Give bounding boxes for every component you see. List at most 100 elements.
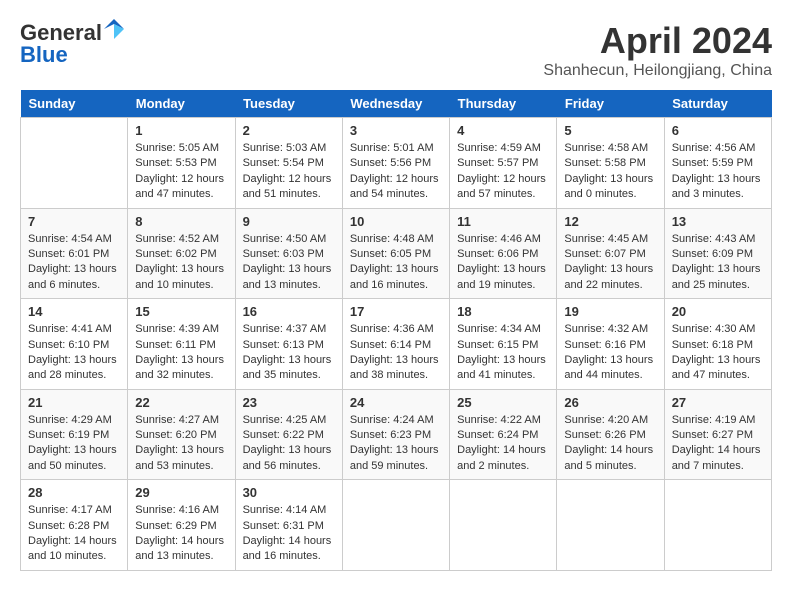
day-number: 26 bbox=[564, 395, 656, 410]
calendar-cell: 20 Sunrise: 4:30 AMSunset: 6:18 PMDayligh… bbox=[664, 299, 771, 390]
cell-text: Sunrise: 4:45 AMSunset: 6:07 PMDaylight:… bbox=[564, 232, 656, 294]
calendar-cell: 1Sunrise: 5:05 AMSunset: 5:53 PMDaylight… bbox=[128, 118, 235, 209]
day-number: 5 bbox=[564, 123, 656, 138]
month-title: April 2024 bbox=[543, 20, 772, 62]
day-number: 24 bbox=[350, 395, 442, 410]
day-number: 20 bbox=[672, 304, 764, 319]
calendar-cell: 6 Sunrise: 4:56 AMSunset: 5:59 PMDaylight… bbox=[664, 118, 771, 209]
day-number: 30 bbox=[243, 485, 335, 500]
day-number: 11 bbox=[457, 214, 549, 229]
calendar-cell: 21 Sunrise: 4:29 AMSunset: 6:19 PMDayligh… bbox=[21, 389, 128, 480]
calendar-week-row: 14Sunrise: 4:41 AMSunset: 6:10 PMDayligh… bbox=[21, 299, 772, 390]
day-number: 6 bbox=[672, 123, 764, 138]
weekday-header-cell: Tuesday bbox=[235, 90, 342, 118]
calendar-cell: 8 Sunrise: 4:52 AMSunset: 6:02 PMDaylight… bbox=[128, 208, 235, 299]
calendar-cell: 28 Sunrise: 4:17 AMSunset: 6:28 PMDayligh… bbox=[21, 480, 128, 571]
day-number: 3 bbox=[350, 123, 442, 138]
cell-text: Sunrise: 5:03 AMSunset: 5:54 PMDaylight:… bbox=[243, 141, 335, 203]
calendar-cell: 2Sunrise: 5:03 AMSunset: 5:54 PMDaylight… bbox=[235, 118, 342, 209]
calendar-cell: 30 Sunrise: 4:14 AMSunset: 6:31 PMDayligh… bbox=[235, 480, 342, 571]
day-number: 12 bbox=[564, 214, 656, 229]
calendar-cell: 9 Sunrise: 4:50 AMSunset: 6:03 PMDaylight… bbox=[235, 208, 342, 299]
calendar-cell: 17 Sunrise: 4:36 AMSunset: 6:14 PMDayligh… bbox=[342, 299, 449, 390]
logo-blue: Blue bbox=[20, 42, 68, 68]
weekday-header-cell: Monday bbox=[128, 90, 235, 118]
cell-text: Sunrise: 4:36 AMSunset: 6:14 PMDaylight:… bbox=[350, 322, 442, 384]
calendar-cell bbox=[21, 118, 128, 209]
day-number: 7 bbox=[28, 214, 120, 229]
calendar-cell: 24 Sunrise: 4:24 AMSunset: 6:23 PMDayligh… bbox=[342, 389, 449, 480]
calendar-cell bbox=[342, 480, 449, 571]
cell-text: Sunrise: 4:20 AMSunset: 6:26 PMDaylight:… bbox=[564, 413, 656, 475]
day-number: 21 bbox=[28, 395, 120, 410]
cell-text: Sunrise: 4:50 AMSunset: 6:03 PMDaylight:… bbox=[243, 232, 335, 294]
cell-text: Sunrise: 4:59 AMSunset: 5:57 PMDaylight:… bbox=[457, 141, 549, 203]
day-number: 25 bbox=[457, 395, 549, 410]
location-title: Shanhecun, Heilongjiang, China bbox=[543, 62, 772, 80]
cell-text: Sunrise: 4:16 AMSunset: 6:29 PMDaylight:… bbox=[135, 503, 227, 565]
calendar-cell: 15 Sunrise: 4:39 AMSunset: 6:11 PMDayligh… bbox=[128, 299, 235, 390]
title-block: April 2024 Shanhecun, Heilongjiang, Chin… bbox=[543, 20, 772, 80]
weekday-header-cell: Saturday bbox=[664, 90, 771, 118]
cell-text: Sunrise: 4:29 AMSunset: 6:19 PMDaylight:… bbox=[28, 413, 120, 475]
cell-text: Sunrise: 5:01 AMSunset: 5:56 PMDaylight:… bbox=[350, 141, 442, 203]
cell-text: Sunrise: 4:25 AMSunset: 6:22 PMDaylight:… bbox=[243, 413, 335, 475]
cell-text: Sunrise: 4:34 AMSunset: 6:15 PMDaylight:… bbox=[457, 322, 549, 384]
day-number: 27 bbox=[672, 395, 764, 410]
calendar-cell: 3 Sunrise: 5:01 AMSunset: 5:56 PMDaylight… bbox=[342, 118, 449, 209]
day-number: 19 bbox=[564, 304, 656, 319]
calendar-cell: 4 Sunrise: 4:59 AMSunset: 5:57 PMDaylight… bbox=[450, 118, 557, 209]
calendar-cell: 23Sunrise: 4:25 AMSunset: 6:22 PMDayligh… bbox=[235, 389, 342, 480]
calendar-cell: 12 Sunrise: 4:45 AMSunset: 6:07 PMDayligh… bbox=[557, 208, 664, 299]
cell-text: Sunrise: 4:30 AMSunset: 6:18 PMDaylight:… bbox=[672, 322, 764, 384]
calendar-cell: 16 Sunrise: 4:37 AMSunset: 6:13 PMDayligh… bbox=[235, 299, 342, 390]
calendar-cell: 25 Sunrise: 4:22 AMSunset: 6:24 PMDayligh… bbox=[450, 389, 557, 480]
day-number: 22 bbox=[135, 395, 227, 410]
cell-text: Sunrise: 4:32 AMSunset: 6:16 PMDaylight:… bbox=[564, 322, 656, 384]
cell-text: Sunrise: 4:27 AMSunset: 6:20 PMDaylight:… bbox=[135, 413, 227, 475]
weekday-header-cell: Sunday bbox=[21, 90, 128, 118]
cell-text: Sunrise: 4:48 AMSunset: 6:05 PMDaylight:… bbox=[350, 232, 442, 294]
cell-text: Sunrise: 4:56 AMSunset: 5:59 PMDaylight:… bbox=[672, 141, 764, 203]
day-number: 4 bbox=[457, 123, 549, 138]
day-number: 28 bbox=[28, 485, 120, 500]
calendar-cell: 14Sunrise: 4:41 AMSunset: 6:10 PMDayligh… bbox=[21, 299, 128, 390]
calendar-cell bbox=[664, 480, 771, 571]
cell-text: Sunrise: 4:46 AMSunset: 6:06 PMDaylight:… bbox=[457, 232, 549, 294]
weekday-header-row: SundayMondayTuesdayWednesdayThursdayFrid… bbox=[21, 90, 772, 118]
calendar-cell: 7Sunrise: 4:54 AMSunset: 6:01 PMDaylight… bbox=[21, 208, 128, 299]
day-number: 13 bbox=[672, 214, 764, 229]
cell-text: Sunrise: 4:14 AMSunset: 6:31 PMDaylight:… bbox=[243, 503, 335, 565]
day-number: 15 bbox=[135, 304, 227, 319]
day-number: 10 bbox=[350, 214, 442, 229]
calendar-week-row: 7Sunrise: 4:54 AMSunset: 6:01 PMDaylight… bbox=[21, 208, 772, 299]
weekday-header-cell: Friday bbox=[557, 90, 664, 118]
cell-text: Sunrise: 5:05 AMSunset: 5:53 PMDaylight:… bbox=[135, 141, 227, 203]
calendar-body: 1Sunrise: 5:05 AMSunset: 5:53 PMDaylight… bbox=[21, 118, 772, 571]
calendar-week-row: 21 Sunrise: 4:29 AMSunset: 6:19 PMDayligh… bbox=[21, 389, 772, 480]
cell-text: Sunrise: 4:22 AMSunset: 6:24 PMDaylight:… bbox=[457, 413, 549, 475]
calendar-cell bbox=[557, 480, 664, 571]
weekday-header-cell: Thursday bbox=[450, 90, 557, 118]
calendar-week-row: 28 Sunrise: 4:17 AMSunset: 6:28 PMDayligh… bbox=[21, 480, 772, 571]
cell-text: Sunrise: 4:39 AMSunset: 6:11 PMDaylight:… bbox=[135, 322, 227, 384]
calendar-cell: 29Sunrise: 4:16 AMSunset: 6:29 PMDayligh… bbox=[128, 480, 235, 571]
calendar-week-row: 1Sunrise: 5:05 AMSunset: 5:53 PMDaylight… bbox=[21, 118, 772, 209]
cell-text: Sunrise: 4:19 AMSunset: 6:27 PMDaylight:… bbox=[672, 413, 764, 475]
day-number: 17 bbox=[350, 304, 442, 319]
page-header: General Blue April 2024 Shanhecun, Heilo… bbox=[20, 20, 772, 80]
calendar-cell: 10 Sunrise: 4:48 AMSunset: 6:05 PMDayligh… bbox=[342, 208, 449, 299]
day-number: 16 bbox=[243, 304, 335, 319]
day-number: 18 bbox=[457, 304, 549, 319]
day-number: 8 bbox=[135, 214, 227, 229]
cell-text: Sunrise: 4:37 AMSunset: 6:13 PMDaylight:… bbox=[243, 322, 335, 384]
day-number: 14 bbox=[28, 304, 120, 319]
cell-text: Sunrise: 4:17 AMSunset: 6:28 PMDaylight:… bbox=[28, 503, 120, 565]
calendar-cell bbox=[450, 480, 557, 571]
calendar-cell: 26 Sunrise: 4:20 AMSunset: 6:26 PMDayligh… bbox=[557, 389, 664, 480]
calendar-cell: 13Sunrise: 4:43 AMSunset: 6:09 PMDayligh… bbox=[664, 208, 771, 299]
day-number: 9 bbox=[243, 214, 335, 229]
cell-text: Sunrise: 4:52 AMSunset: 6:02 PMDaylight:… bbox=[135, 232, 227, 294]
cell-text: Sunrise: 4:24 AMSunset: 6:23 PMDaylight:… bbox=[350, 413, 442, 475]
calendar-cell: 22 Sunrise: 4:27 AMSunset: 6:20 PMDayligh… bbox=[128, 389, 235, 480]
